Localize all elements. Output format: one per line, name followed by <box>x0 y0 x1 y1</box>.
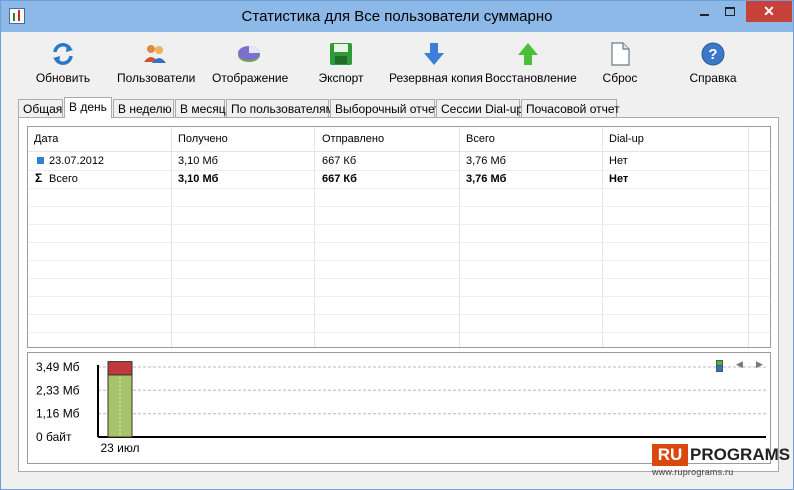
toolbar: Обновить Пользователи Отображение Экспор… <box>1 33 793 95</box>
row-divider <box>28 278 770 279</box>
backup-button[interactable]: Резервная копия <box>389 41 483 91</box>
display-button[interactable]: Отображение <box>212 41 289 91</box>
table-header: Дата Получено Отправлено Всего Dial-up <box>28 127 770 152</box>
row-divider <box>28 296 770 297</box>
summary-label: Всего <box>49 173 78 185</box>
cell-date: 23.07.2012 <box>49 155 105 167</box>
arrow-up-icon <box>518 43 538 65</box>
help-label: Справка <box>689 71 737 85</box>
display-label: Отображение <box>212 71 289 85</box>
x-tick-label: 23 июл <box>100 441 139 455</box>
bar-segment-sent[interactable] <box>107 361 133 376</box>
refresh-icon <box>53 43 73 65</box>
summary-dialup: Нет <box>609 173 629 185</box>
y-tick-label: 1,16 Мб <box>36 407 80 421</box>
maximize-button[interactable] <box>717 1 743 22</box>
header-received[interactable]: Получено <box>178 133 228 145</box>
cell-received: 3,10 Мб <box>178 155 218 167</box>
tab-by-day[interactable]: В день <box>64 97 112 118</box>
help-icon: ? <box>701 42 725 66</box>
restore-button[interactable]: Восстановление <box>485 41 577 91</box>
row-divider <box>28 314 770 315</box>
minimize-icon <box>699 13 709 16</box>
row-divider <box>28 260 770 261</box>
watermark-programs: PROGRAMS <box>690 445 791 464</box>
tab-general[interactable]: Общая <box>18 99 63 117</box>
chart-prev-arrow-icon[interactable]: ◀ <box>736 359 743 370</box>
chart-next-arrow-icon[interactable]: ▶ <box>756 359 763 370</box>
summary-received: 3,10 Мб <box>178 173 219 185</box>
window-title: Статистика для Все пользователи суммарно <box>241 8 553 25</box>
sigma-icon: Σ <box>35 171 43 185</box>
export-button[interactable]: Экспорт <box>317 41 365 91</box>
watermark-logo: RU PROGRAMS www.ruprograms.ru <box>652 444 790 478</box>
cell-dialup: Нет <box>609 155 628 167</box>
header-total[interactable]: Всего <box>466 133 495 145</box>
users-label: Пользователи <box>117 71 196 85</box>
tab-by-week[interactable]: В неделю <box>113 99 174 117</box>
legend-swatch-lower[interactable] <box>716 365 723 372</box>
floppy-disk-icon <box>330 43 352 65</box>
app-window: Статистика для Все пользователи суммарно… <box>0 0 794 490</box>
tab-by-month[interactable]: В месяц <box>175 99 226 117</box>
header-dialup[interactable]: Dial-up <box>609 133 644 145</box>
refresh-label: Обновить <box>35 71 91 85</box>
watermark-ru: RU <box>652 444 688 466</box>
watermark-url: www.ruprograms.ru <box>652 467 734 477</box>
summary-sent: 667 Кб <box>322 173 357 185</box>
tab-dialup-sessions[interactable]: Сессии Dial-up <box>436 99 523 117</box>
row-divider <box>28 188 770 189</box>
cell-total: 3,76 Мб <box>466 155 506 167</box>
tab-hourly-report[interactable]: Почасовой отчет <box>521 99 620 117</box>
reset-button[interactable]: Сброс <box>602 41 638 91</box>
svg-text:?: ? <box>708 46 717 63</box>
close-icon: ✕ <box>763 3 775 19</box>
tab-by-users[interactable]: По пользователям <box>226 99 334 117</box>
row-divider <box>28 224 770 225</box>
row-divider <box>28 206 770 207</box>
users-icon <box>144 45 166 63</box>
backup-label: Резервная копия <box>389 71 483 85</box>
minimize-button[interactable] <box>691 1 717 22</box>
refresh-button[interactable]: Обновить <box>35 41 91 91</box>
day-row-icon <box>37 157 44 164</box>
summary-total: 3,76 Мб <box>466 173 507 185</box>
y-tick-label: 2,33 Мб <box>36 383 80 397</box>
users-button[interactable]: Пользователи <box>117 41 196 91</box>
arrow-down-icon <box>424 43 444 65</box>
reset-label: Сброс <box>602 71 638 85</box>
export-label: Экспорт <box>318 71 364 85</box>
title-bar[interactable]: Статистика для Все пользователи суммарно… <box>1 1 793 32</box>
header-date[interactable]: Дата <box>34 133 58 145</box>
y-tick-label: 0 байт <box>36 430 72 444</box>
y-tick-label: 3,49 Мб <box>36 360 80 374</box>
row-divider <box>28 242 770 243</box>
stats-table[interactable]: Дата Получено Отправлено Всего Dial-up 2… <box>27 126 771 348</box>
restore-label: Восстановление <box>485 71 577 85</box>
blank-page-icon <box>611 42 630 66</box>
tab-panel-by-day: Дата Получено Отправлено Всего Dial-up 2… <box>18 117 779 472</box>
cell-sent: 667 Кб <box>322 155 357 167</box>
maximize-icon <box>725 7 735 16</box>
close-button[interactable]: ✕ <box>746 1 792 22</box>
tab-custom-report[interactable]: Выборочный отчет <box>330 99 440 117</box>
row-divider <box>28 170 770 171</box>
row-divider <box>28 332 770 333</box>
display-icon <box>238 46 260 62</box>
help-button[interactable]: ? Справка <box>689 41 737 91</box>
header-sent[interactable]: Отправлено <box>322 133 384 145</box>
